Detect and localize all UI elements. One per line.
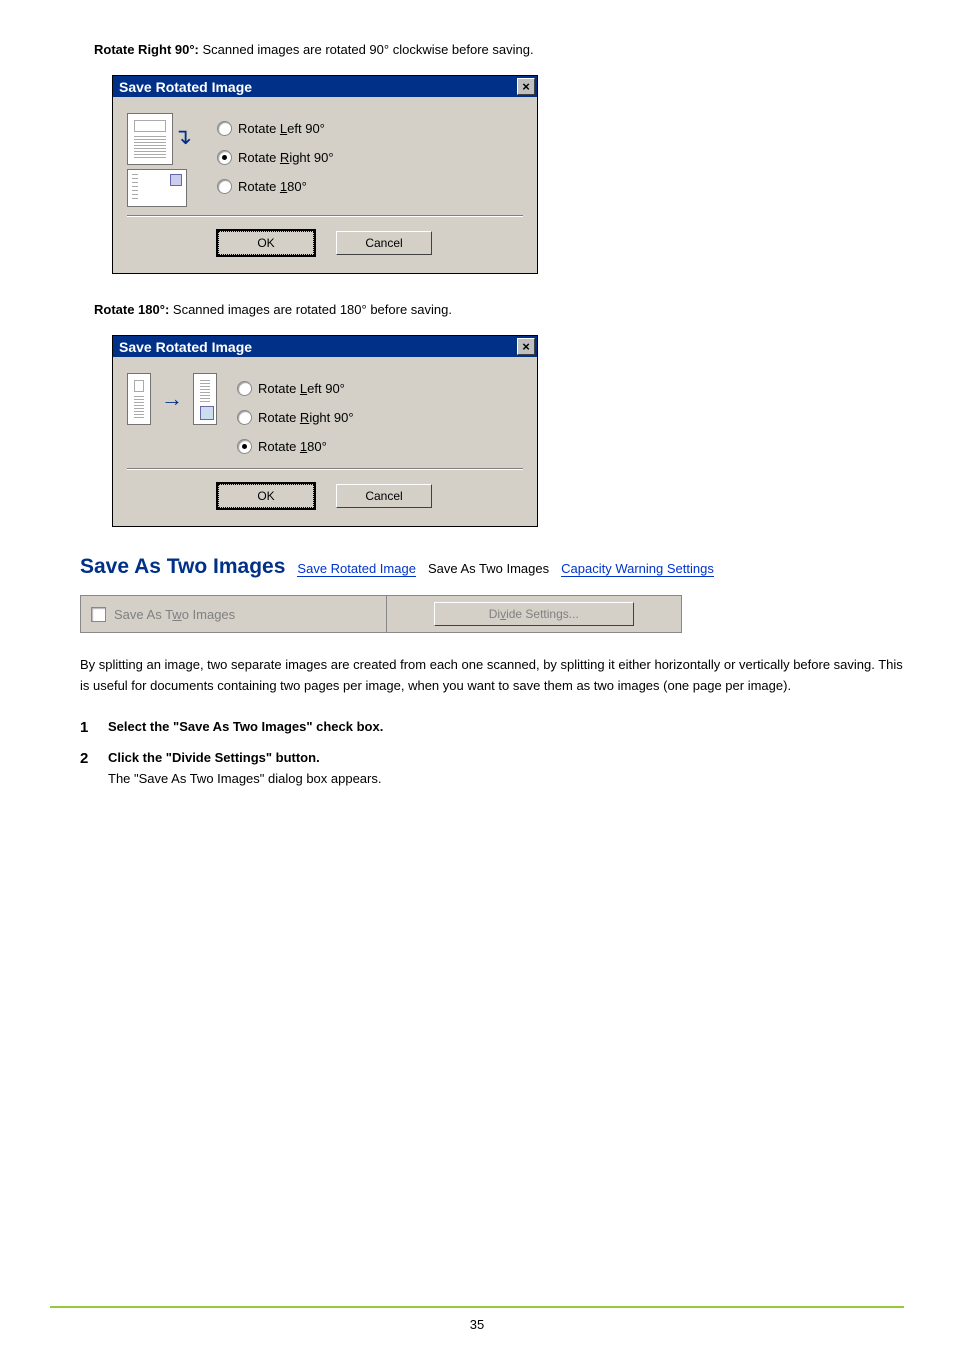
dialog-title: Save Rotated Image bbox=[119, 339, 252, 355]
save-two-images-strip: Save As Two Images Divide Settings... bbox=[80, 595, 682, 633]
close-icon[interactable]: × bbox=[517, 78, 535, 95]
step-2-text: Click the "Divide Settings" button. bbox=[108, 750, 320, 765]
step-1-text: Select the "Save As Two Images" check bo… bbox=[108, 719, 383, 734]
separator bbox=[127, 468, 523, 470]
cancel-button[interactable]: Cancel bbox=[336, 484, 432, 508]
dialog-titlebar: Save Rotated Image × bbox=[113, 76, 537, 97]
step-2-number: 2 bbox=[80, 750, 94, 767]
page-rotated-icon bbox=[127, 169, 187, 207]
radio-icon bbox=[237, 410, 252, 425]
save-rotated-dialog-180: Save Rotated Image × → Rotate Left 90° bbox=[112, 335, 538, 527]
checkbox-icon bbox=[91, 607, 106, 622]
radio-label: Rotate Left 90° bbox=[238, 121, 325, 136]
radio-icon bbox=[217, 121, 232, 136]
radio-label: Rotate 180° bbox=[258, 439, 327, 454]
dialog-title: Save Rotated Image bbox=[119, 79, 252, 95]
section-header-row: Save As Two Images Save Rotated Image Sa… bbox=[80, 555, 904, 579]
page-icon: ↴ bbox=[127, 113, 173, 165]
rotate-90-intro: Rotate Right 90°: Scanned images are rot… bbox=[94, 42, 904, 57]
radio-rotate-left[interactable]: Rotate Left 90° bbox=[217, 121, 334, 136]
button-label: Divide Settings... bbox=[489, 607, 579, 621]
ok-button[interactable]: OK bbox=[218, 231, 314, 255]
rotate-arrow-icon: ↴ bbox=[174, 124, 192, 150]
rotate-180-label: Rotate 180°: bbox=[94, 302, 169, 317]
page-number: 35 bbox=[0, 1317, 954, 1332]
save-two-images-checkbox-row[interactable]: Save As Two Images bbox=[81, 596, 386, 632]
dialog-titlebar: Save Rotated Image × bbox=[113, 336, 537, 357]
arrow-right-icon: → bbox=[161, 386, 183, 412]
radio-rotate-180[interactable]: Rotate 180° bbox=[237, 439, 354, 454]
separator bbox=[127, 215, 523, 217]
radio-rotate-180[interactable]: Rotate 180° bbox=[217, 179, 334, 194]
step-2-sub: The "Save As Two Images" dialog box appe… bbox=[108, 771, 381, 786]
cancel-button[interactable]: Cancel bbox=[336, 231, 432, 255]
radio-icon bbox=[237, 439, 252, 454]
radio-rotate-left[interactable]: Rotate Left 90° bbox=[237, 381, 354, 396]
divide-settings-button[interactable]: Divide Settings... bbox=[434, 602, 634, 626]
ok-button[interactable]: OK bbox=[218, 484, 314, 508]
radio-rotate-right[interactable]: Rotate Right 90° bbox=[217, 150, 334, 165]
nav-current: Save As Two Images bbox=[428, 561, 549, 576]
close-icon[interactable]: × bbox=[517, 338, 535, 355]
link-next[interactable]: Capacity Warning Settings bbox=[561, 561, 714, 577]
dialog-icon-180: → bbox=[127, 367, 217, 425]
page-icon bbox=[127, 373, 151, 425]
rotate-180-intro: Rotate 180°: Scanned images are rotated … bbox=[94, 302, 904, 317]
dialog-body: → Rotate Left 90° Rotate Right 90° bbox=[113, 357, 537, 526]
radio-label: Rotate Right 90° bbox=[258, 410, 354, 425]
divide-settings-button-cell: Divide Settings... bbox=[386, 596, 682, 632]
radio-label: Rotate 180° bbox=[238, 179, 307, 194]
page-rotated-icon bbox=[193, 373, 217, 425]
rotate-90-text: Scanned images are rotated 90° clockwise… bbox=[199, 42, 534, 57]
radio-label: Rotate Left 90° bbox=[258, 381, 345, 396]
link-prev[interactable]: Save Rotated Image bbox=[297, 561, 416, 577]
step-1-number: 1 bbox=[80, 719, 94, 736]
section-heading: Save As Two Images bbox=[80, 555, 285, 579]
radio-rotate-right[interactable]: Rotate Right 90° bbox=[237, 410, 354, 425]
dialog-body: ↴ Rotate Left 90° Rotate Right 90° bbox=[113, 97, 537, 273]
radio-label: Rotate Right 90° bbox=[238, 150, 334, 165]
description-paragraph: By splitting an image, two separate imag… bbox=[80, 655, 904, 697]
radio-icon bbox=[237, 381, 252, 396]
dialog-icon-90: ↴ bbox=[127, 107, 217, 207]
rotate-90-label: Rotate Right 90°: bbox=[94, 42, 199, 57]
radio-icon bbox=[217, 179, 232, 194]
radio-icon bbox=[217, 150, 232, 165]
rotate-180-text: Scanned images are rotated 180° before s… bbox=[169, 302, 452, 317]
footer-rule bbox=[50, 1306, 904, 1308]
save-rotated-dialog-90: Save Rotated Image × ↴ Rotate Left 90° bbox=[112, 75, 538, 274]
checkbox-label: Save As Two Images bbox=[114, 607, 235, 622]
